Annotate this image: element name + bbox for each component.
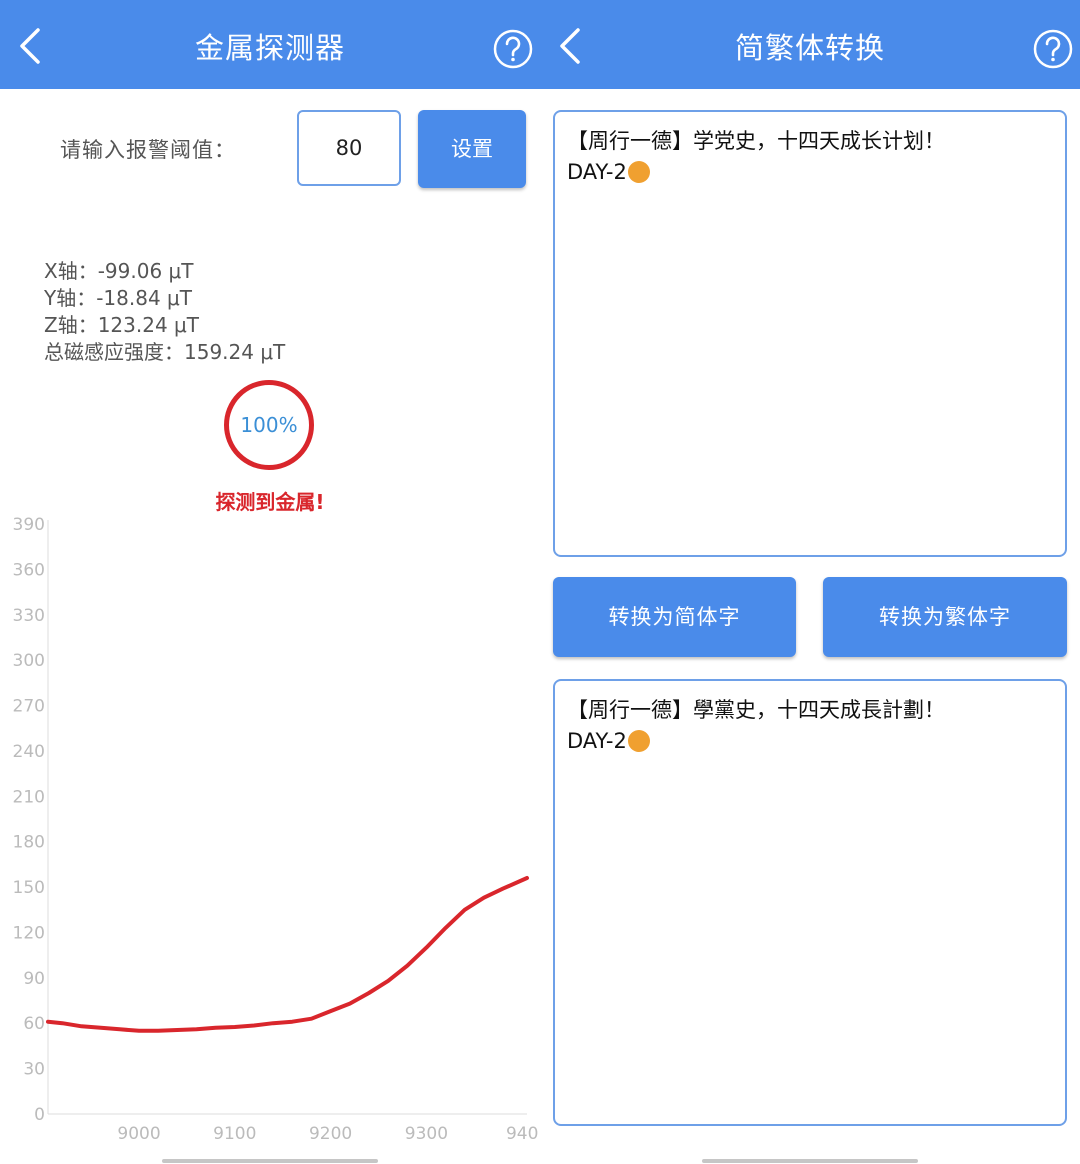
source-text-line: DAY-2 — [567, 160, 627, 184]
y-tick-label: 0 — [34, 1105, 45, 1125]
app-bar: 简繁体转换 — [540, 0, 1080, 89]
result-text-line: DAY-2 — [567, 729, 627, 753]
question-circle-icon[interactable] — [1032, 28, 1074, 70]
chevron-left-icon[interactable] — [14, 26, 48, 66]
set-button[interactable]: 设置 — [418, 110, 526, 188]
result-text-area[interactable]: 【周行一德】學黨史，十四天成長計劃！ DAY-2 — [553, 679, 1067, 1126]
chinese-converter-screen: 简繁体转换 【周行一德】学党史，十四天成长计划！ DAY-2 转换为简体字 转换… — [540, 0, 1080, 1164]
y-tick-label: 180 — [13, 833, 45, 853]
x-tick-label: 9300 — [405, 1124, 448, 1144]
y-axis-reading: Y轴：-18.84 μT — [44, 286, 192, 310]
detection-gauge: 100% — [224, 380, 314, 470]
scroll-indicator — [702, 1159, 918, 1163]
scroll-indicator — [162, 1159, 378, 1163]
source-text-line: 【周行一德】学党史，十四天成长计划！ — [567, 129, 945, 153]
y-tick-label: 270 — [13, 697, 45, 717]
y-tick-label: 360 — [13, 560, 45, 580]
magnetic-field-chart: 3903603303002702402101801501209060300900… — [13, 515, 539, 1144]
y-tick-label: 330 — [13, 606, 45, 626]
source-text-area[interactable]: 【周行一德】学党史，十四天成长计划！ DAY-2 — [553, 110, 1067, 557]
threshold-input[interactable] — [297, 110, 401, 186]
y-tick-label: 210 — [13, 787, 45, 807]
y-tick-label: 60 — [23, 1014, 45, 1034]
series-line — [46, 876, 529, 1033]
x-axis-reading: X轴：-99.06 μT — [44, 259, 194, 283]
y-tick-label: 240 — [13, 742, 45, 762]
page-title: 简繁体转换 — [734, 31, 885, 65]
y-tick-label: 300 — [13, 651, 45, 671]
gauge-percent: 100% — [240, 413, 298, 437]
total-field-reading: 总磁感应强度：159.24 μT — [44, 340, 286, 364]
y-tick-label: 120 — [13, 923, 45, 943]
x-tick-label: 9200 — [309, 1124, 352, 1144]
convert-to-traditional-button[interactable]: 转换为繁体字 — [823, 577, 1067, 657]
x-tick-label: 940 — [506, 1124, 538, 1144]
sensor-readings: X轴：-99.06 μT Y轴：-18.84 μT Z轴：123.24 μT 总… — [44, 258, 285, 366]
y-tick-label: 150 — [13, 878, 45, 898]
convert-to-simplified-button[interactable]: 转换为简体字 — [553, 577, 796, 657]
x-tick-label: 9100 — [213, 1124, 256, 1144]
y-tick-label: 390 — [13, 515, 45, 535]
question-circle-icon[interactable] — [492, 28, 534, 70]
chevron-left-icon[interactable] — [554, 26, 588, 66]
page-title: 金属探测器 — [194, 31, 345, 65]
y-tick-label: 90 — [23, 969, 45, 989]
x-tick-label: 9000 — [117, 1124, 160, 1144]
app-bar: 金属探测器 — [0, 0, 540, 89]
threshold-label: 请输入报警阈值： — [60, 138, 236, 162]
metal-detector-screen: 金属探测器 请输入报警阈值： 设置 X轴：-99.06 μT Y轴：-18.84… — [0, 0, 540, 1164]
y-tick-label: 30 — [23, 1060, 45, 1080]
z-axis-reading: Z轴：123.24 μT — [44, 313, 199, 337]
person-raising-hand-emoji-icon — [627, 161, 650, 183]
result-text-line: 【周行一德】學黨史，十四天成長計劃！ — [567, 698, 945, 722]
person-raising-hand-emoji-icon — [627, 730, 650, 752]
